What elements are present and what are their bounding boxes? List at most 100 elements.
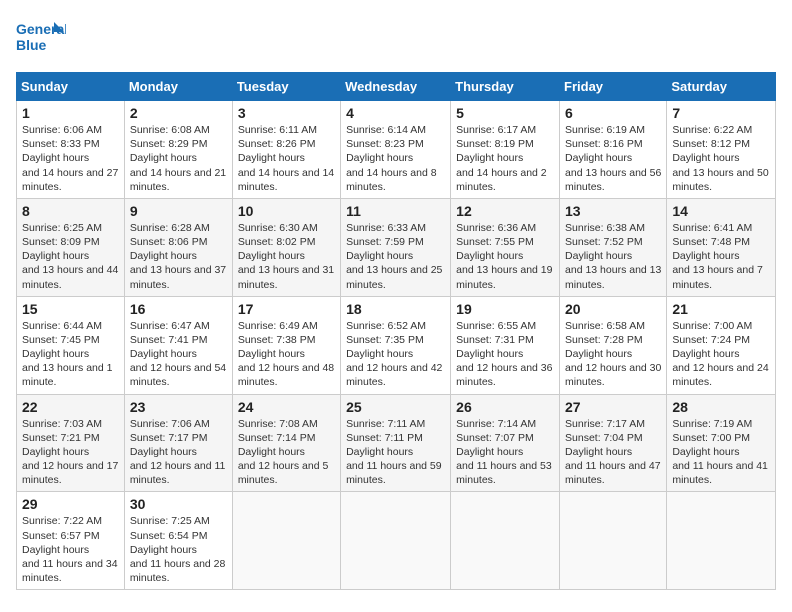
calendar-cell: [341, 492, 451, 590]
weekday-header-friday: Friday: [560, 73, 667, 101]
calendar-cell: 23 Sunrise: 7:06 AMSunset: 7:17 PMDayligh…: [124, 394, 232, 492]
calendar-cell: [232, 492, 340, 590]
day-info: Sunrise: 7:00 AMSunset: 7:24 PMDaylight …: [672, 319, 770, 390]
calendar-week-5: 29 Sunrise: 7:22 AMSunset: 6:57 PMDayligh…: [17, 492, 776, 590]
day-info: Sunrise: 7:25 AMSunset: 6:54 PMDaylight …: [130, 514, 227, 585]
calendar-week-1: 1 Sunrise: 6:06 AMSunset: 8:33 PMDaylight…: [17, 101, 776, 199]
weekday-header-tuesday: Tuesday: [232, 73, 340, 101]
day-number: 3: [238, 105, 335, 121]
day-number: 24: [238, 399, 335, 415]
weekday-header-monday: Monday: [124, 73, 232, 101]
day-number: 13: [565, 203, 661, 219]
calendar-cell: 19 Sunrise: 6:55 AMSunset: 7:31 PMDayligh…: [451, 296, 560, 394]
day-info: Sunrise: 6:47 AMSunset: 7:41 PMDaylight …: [130, 319, 227, 390]
calendar-cell: 11Sunrise: 6:33 AMSunset: 7:59 PMDayligh…: [341, 198, 451, 296]
calendar-cell: 22 Sunrise: 7:03 AMSunset: 7:21 PMDayligh…: [17, 394, 125, 492]
day-info: Sunrise: 7:03 AMSunset: 7:21 PMDaylight …: [22, 417, 119, 488]
calendar-cell: 17Sunrise: 6:49 AMSunset: 7:38 PMDayligh…: [232, 296, 340, 394]
day-info: Sunrise: 6:55 AMSunset: 7:31 PMDaylight …: [456, 319, 554, 390]
calendar-table: SundayMondayTuesdayWednesdayThursdayFrid…: [16, 72, 776, 590]
day-info: Sunrise: 7:22 AMSunset: 6:57 PMDaylight …: [22, 514, 119, 585]
calendar-cell: [560, 492, 667, 590]
day-info: Sunrise: 6:08 AMSunset: 8:29 PMDaylight …: [130, 123, 227, 194]
calendar-cell: 10 Sunrise: 6:30 AMSunset: 8:02 PMDayligh…: [232, 198, 340, 296]
day-info: Sunrise: 6:58 AMSunset: 7:28 PMDaylight …: [565, 319, 661, 390]
day-info: Sunrise: 7:19 AMSunset: 7:00 PMDaylight …: [672, 417, 770, 488]
day-number: 21: [672, 301, 770, 317]
calendar-cell: 14 Sunrise: 6:41 AMSunset: 7:48 PMDayligh…: [667, 198, 776, 296]
day-number: 8: [22, 203, 119, 219]
day-info: Sunrise: 7:06 AMSunset: 7:17 PMDaylight …: [130, 417, 227, 488]
calendar-cell: 13 Sunrise: 6:38 AMSunset: 7:52 PMDayligh…: [560, 198, 667, 296]
day-info: Sunrise: 6:25 AMSunset: 8:09 PMDaylight …: [22, 221, 119, 292]
page-header: GeneralBlue: [16, 16, 776, 60]
day-info: Sunrise: 6:11 AMSunset: 8:26 PMDaylight …: [238, 123, 335, 194]
day-number: 18: [346, 301, 445, 317]
day-number: 5: [456, 105, 554, 121]
day-number: 10: [238, 203, 335, 219]
calendar-cell: 6 Sunrise: 6:19 AMSunset: 8:16 PMDaylight…: [560, 101, 667, 199]
calendar-cell: 30 Sunrise: 7:25 AMSunset: 6:54 PMDayligh…: [124, 492, 232, 590]
calendar-cell: 27 Sunrise: 7:17 AMSunset: 7:04 PMDayligh…: [560, 394, 667, 492]
day-info: Sunrise: 6:44 AMSunset: 7:45 PMDaylight …: [22, 319, 119, 390]
day-info: Sunrise: 6:19 AMSunset: 8:16 PMDaylight …: [565, 123, 661, 194]
day-number: 30: [130, 496, 227, 512]
day-number: 6: [565, 105, 661, 121]
day-number: 14: [672, 203, 770, 219]
day-info: Sunrise: 7:11 AMSunset: 7:11 PMDaylight …: [346, 417, 445, 488]
weekday-header-thursday: Thursday: [451, 73, 560, 101]
day-number: 4: [346, 105, 445, 121]
calendar-week-3: 15 Sunrise: 6:44 AMSunset: 7:45 PMDayligh…: [17, 296, 776, 394]
day-info: Sunrise: 6:41 AMSunset: 7:48 PMDaylight …: [672, 221, 770, 292]
day-info: Sunrise: 6:06 AMSunset: 8:33 PMDaylight …: [22, 123, 119, 194]
day-number: 23: [130, 399, 227, 415]
calendar-cell: 21 Sunrise: 7:00 AMSunset: 7:24 PMDayligh…: [667, 296, 776, 394]
svg-text:Blue: Blue: [16, 37, 47, 53]
calendar-cell: 4 Sunrise: 6:14 AMSunset: 8:23 PMDaylight…: [341, 101, 451, 199]
calendar-cell: [667, 492, 776, 590]
day-info: Sunrise: 6:38 AMSunset: 7:52 PMDaylight …: [565, 221, 661, 292]
day-info: Sunrise: 7:08 AMSunset: 7:14 PMDaylight …: [238, 417, 335, 488]
calendar-cell: 18 Sunrise: 6:52 AMSunset: 7:35 PMDayligh…: [341, 296, 451, 394]
calendar-cell: 24 Sunrise: 7:08 AMSunset: 7:14 PMDayligh…: [232, 394, 340, 492]
day-info: Sunrise: 6:30 AMSunset: 8:02 PMDaylight …: [238, 221, 335, 292]
day-number: 26: [456, 399, 554, 415]
weekday-header-wednesday: Wednesday: [341, 73, 451, 101]
day-info: Sunrise: 6:52 AMSunset: 7:35 PMDaylight …: [346, 319, 445, 390]
calendar-cell: 7Sunrise: 6:22 AMSunset: 8:12 PMDaylight…: [667, 101, 776, 199]
calendar-cell: 26Sunrise: 7:14 AMSunset: 7:07 PMDayligh…: [451, 394, 560, 492]
calendar-week-2: 8 Sunrise: 6:25 AMSunset: 8:09 PMDaylight…: [17, 198, 776, 296]
day-number: 20: [565, 301, 661, 317]
day-info: Sunrise: 7:17 AMSunset: 7:04 PMDaylight …: [565, 417, 661, 488]
day-number: 29: [22, 496, 119, 512]
calendar-cell: 29 Sunrise: 7:22 AMSunset: 6:57 PMDayligh…: [17, 492, 125, 590]
day-number: 22: [22, 399, 119, 415]
day-info: Sunrise: 6:17 AMSunset: 8:19 PMDaylight …: [456, 123, 554, 194]
logo: GeneralBlue: [16, 16, 66, 60]
day-info: Sunrise: 6:36 AMSunset: 7:55 PMDaylight …: [456, 221, 554, 292]
day-number: 15: [22, 301, 119, 317]
day-info: Sunrise: 6:14 AMSunset: 8:23 PMDaylight …: [346, 123, 445, 194]
day-info: Sunrise: 6:22 AMSunset: 8:12 PMDaylight …: [672, 123, 770, 194]
day-info: Sunrise: 6:28 AMSunset: 8:06 PMDaylight …: [130, 221, 227, 292]
day-number: 28: [672, 399, 770, 415]
calendar-cell: 15 Sunrise: 6:44 AMSunset: 7:45 PMDayligh…: [17, 296, 125, 394]
day-number: 27: [565, 399, 661, 415]
calendar-cell: 28 Sunrise: 7:19 AMSunset: 7:00 PMDayligh…: [667, 394, 776, 492]
calendar-cell: 3 Sunrise: 6:11 AMSunset: 8:26 PMDaylight…: [232, 101, 340, 199]
calendar-cell: [451, 492, 560, 590]
calendar-cell: 20 Sunrise: 6:58 AMSunset: 7:28 PMDayligh…: [560, 296, 667, 394]
weekday-header-sunday: Sunday: [17, 73, 125, 101]
day-number: 9: [130, 203, 227, 219]
day-number: 1: [22, 105, 119, 121]
calendar-cell: 9 Sunrise: 6:28 AMSunset: 8:06 PMDaylight…: [124, 198, 232, 296]
calendar-cell: 25Sunrise: 7:11 AMSunset: 7:11 PMDayligh…: [341, 394, 451, 492]
logo-svg: GeneralBlue: [16, 16, 66, 60]
calendar-cell: 5 Sunrise: 6:17 AMSunset: 8:19 PMDaylight…: [451, 101, 560, 199]
day-number: 2: [130, 105, 227, 121]
day-info: Sunrise: 6:49 AMSunset: 7:38 PMDaylight …: [238, 319, 335, 390]
day-number: 11: [346, 203, 445, 219]
day-number: 19: [456, 301, 554, 317]
calendar-cell: 12Sunrise: 6:36 AMSunset: 7:55 PMDayligh…: [451, 198, 560, 296]
calendar-week-4: 22 Sunrise: 7:03 AMSunset: 7:21 PMDayligh…: [17, 394, 776, 492]
